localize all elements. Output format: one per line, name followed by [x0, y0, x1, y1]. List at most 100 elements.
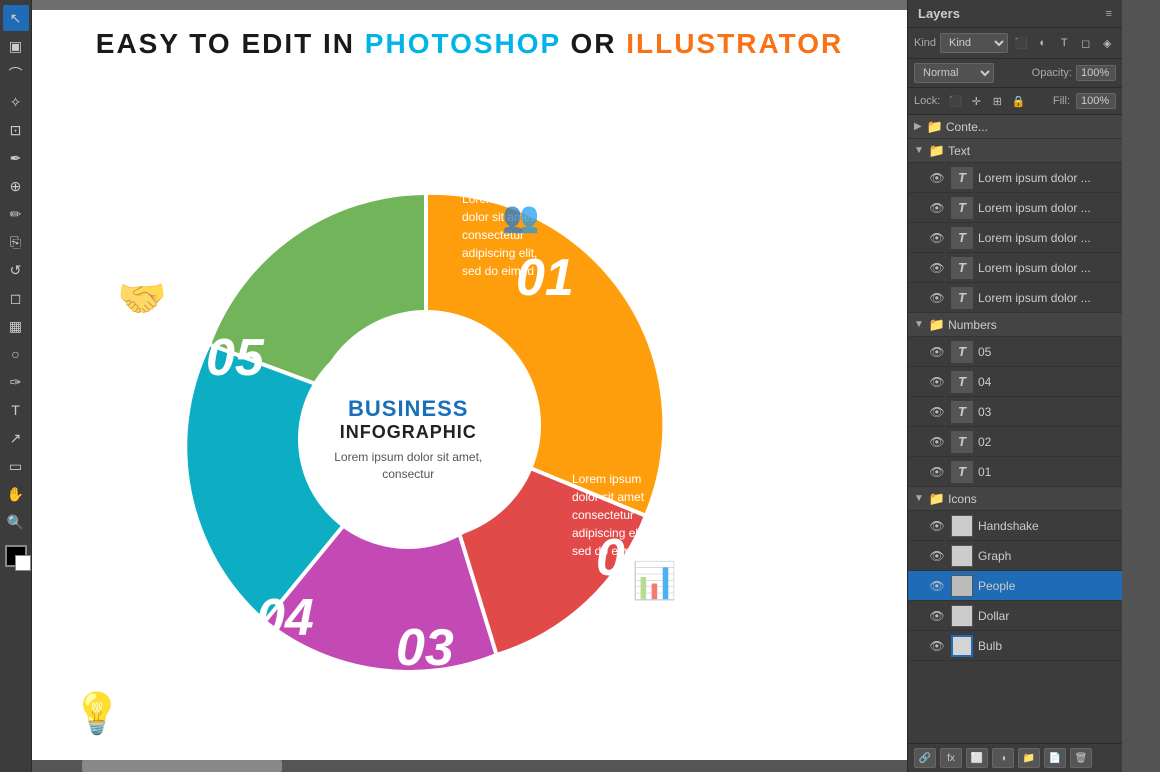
- graph-layer[interactable]: 👁 Graph: [908, 541, 1122, 571]
- numbers-group-header[interactable]: ▼ 📁 Numbers: [908, 313, 1122, 337]
- dodge-tool[interactable]: ○: [3, 341, 29, 367]
- dollar-layer[interactable]: 👁 Dollar: [908, 601, 1122, 631]
- new-layer-btn[interactable]: 📄: [1044, 748, 1066, 768]
- handshake-layer[interactable]: 👁 Handshake: [908, 511, 1122, 541]
- adjustment-btn[interactable]: ◑: [992, 748, 1014, 768]
- lock-artboard-btn[interactable]: ⊞: [988, 92, 1006, 110]
- conte-group[interactable]: ▶ 📁 Conte...: [908, 115, 1122, 139]
- eye-num-05[interactable]: 👁: [928, 343, 946, 361]
- type-filter-btn[interactable]: T: [1055, 34, 1073, 52]
- text-tool[interactable]: T: [3, 397, 29, 423]
- lasso-tool[interactable]: ⌒: [3, 61, 29, 87]
- text-layer-3[interactable]: 👁 T Lorem ipsum dolor ...: [908, 223, 1122, 253]
- crop-tool[interactable]: ⊡: [3, 117, 29, 143]
- num-layer-05[interactable]: 👁 T 05: [908, 337, 1122, 367]
- eye-num-03[interactable]: 👁: [928, 403, 946, 421]
- text-layer-5-name: Lorem ipsum dolor ...: [978, 291, 1116, 305]
- brush-tool[interactable]: ✏: [3, 201, 29, 227]
- num-thumb-03: T: [951, 401, 973, 423]
- eye-graph[interactable]: 👁: [928, 547, 946, 565]
- stamp-tool[interactable]: ⎘: [3, 229, 29, 255]
- icons-group-name: Icons: [948, 492, 1116, 506]
- eye-num-02[interactable]: 👁: [928, 433, 946, 451]
- num-05-name: 05: [978, 345, 1116, 359]
- history-brush-tool[interactable]: ↺: [3, 257, 29, 283]
- num-layer-01[interactable]: 👁 T 01: [908, 457, 1122, 487]
- num-thumb-01: T: [951, 461, 973, 483]
- zoom-tool[interactable]: 🔍: [3, 509, 29, 535]
- gradient-tool[interactable]: ▦: [3, 313, 29, 339]
- eye-num-01[interactable]: 👁: [928, 463, 946, 481]
- bulb-layer[interactable]: 👁 Bulb: [908, 631, 1122, 661]
- lock-move-btn[interactable]: ✛: [967, 92, 985, 110]
- panel-menu-icon[interactable]: ≡: [1106, 8, 1112, 20]
- eye-2[interactable]: 👁: [928, 199, 946, 217]
- pixel-filter-btn[interactable]: ⬛: [1012, 34, 1030, 52]
- new-group-btn[interactable]: 📁: [1018, 748, 1040, 768]
- adjustment-filter-btn[interactable]: ◐: [1034, 34, 1052, 52]
- num-thumb-02: T: [951, 431, 973, 453]
- bulb-thumb: [951, 635, 973, 657]
- bulb-layer-name: Bulb: [978, 639, 1116, 653]
- text-layer-4[interactable]: 👁 T Lorem ipsum dolor ...: [908, 253, 1122, 283]
- conte-chevron: ▶: [914, 121, 922, 132]
- blend-mode-select[interactable]: Normal: [914, 63, 994, 83]
- eye-3[interactable]: 👁: [928, 229, 946, 247]
- eraser-tool[interactable]: ◻: [3, 285, 29, 311]
- dollar-thumb: [951, 605, 973, 627]
- delete-layer-btn[interactable]: 🗑: [1070, 748, 1092, 768]
- layers-list: ▶ 📁 Conte... ▼ 📁 Text 👁 T Lorem ipsum do…: [908, 115, 1122, 743]
- marquee-tool[interactable]: ▣: [3, 33, 29, 59]
- smart-filter-btn[interactable]: ◈: [1098, 34, 1116, 52]
- foreground-color[interactable]: [5, 545, 27, 567]
- num-layer-02[interactable]: 👁 T 02: [908, 427, 1122, 457]
- h-scrollbar-thumb[interactable]: [82, 760, 282, 772]
- move-tool[interactable]: ↖: [3, 5, 29, 31]
- num-layer-04[interactable]: 👁 T 04: [908, 367, 1122, 397]
- left-toolbar: ↖ ▣ ⌒ ✧ ⊡ ✒ ⊕ ✏ ⎘ ↺ ◻ ▦ ○ ✑ T ↗ ▭ ✋ 🔍: [0, 0, 32, 772]
- opacity-input[interactable]: [1076, 65, 1116, 81]
- num-layer-03[interactable]: 👁 T 03: [908, 397, 1122, 427]
- healing-tool[interactable]: ⊕: [3, 173, 29, 199]
- pen-tool[interactable]: ✑: [3, 369, 29, 395]
- eyedropper-tool[interactable]: ✒: [3, 145, 29, 171]
- handshake-layer-name: Handshake: [978, 519, 1116, 533]
- seg2-text: Lorem ipsumdolor sit ametconsecteturadip…: [572, 470, 732, 560]
- eye-handshake[interactable]: 👁: [928, 517, 946, 535]
- hand-tool[interactable]: ✋: [3, 481, 29, 507]
- shape-filter-btn[interactable]: ◻: [1077, 34, 1095, 52]
- kind-label: Kind: [914, 37, 936, 49]
- link-layers-btn[interactable]: 🔗: [914, 748, 936, 768]
- numbers-group-name: Numbers: [948, 318, 1116, 332]
- shape-tool[interactable]: ▭: [3, 453, 29, 479]
- num-04-name: 04: [978, 375, 1116, 389]
- eye-4[interactable]: 👁: [928, 259, 946, 277]
- eye-1[interactable]: 👁: [928, 169, 946, 187]
- lock-pixels-btn[interactable]: ⬛: [946, 92, 964, 110]
- horizontal-scrollbar[interactable]: [32, 760, 907, 772]
- kind-select[interactable]: Kind: [940, 33, 1008, 53]
- text-layer-5[interactable]: 👁 T Lorem ipsum dolor ...: [908, 283, 1122, 313]
- people-thumb: [951, 575, 973, 597]
- text-layer-1[interactable]: 👁 T Lorem ipsum dolor ...: [908, 163, 1122, 193]
- text-group-header[interactable]: ▼ 📁 Text: [908, 139, 1122, 163]
- path-selection-tool[interactable]: ↗: [3, 425, 29, 451]
- eye-5[interactable]: 👁: [928, 289, 946, 307]
- fill-input[interactable]: [1076, 93, 1116, 109]
- text-layer-2[interactable]: 👁 T Lorem ipsum dolor ...: [908, 193, 1122, 223]
- panel-controls: Kind Kind ⬛ ◐ T ◻ ◈: [908, 28, 1122, 59]
- center-subtext: Lorem ipsum dolor sit amet, consectur: [318, 449, 498, 483]
- num-thumb-05: T: [951, 341, 973, 363]
- mask-btn[interactable]: ⬜: [966, 748, 988, 768]
- lock-all-btn[interactable]: 🔒: [1009, 92, 1027, 110]
- eye-bulb[interactable]: 👁: [928, 637, 946, 655]
- eye-num-04[interactable]: 👁: [928, 373, 946, 391]
- fx-btn[interactable]: fx: [940, 748, 962, 768]
- num-thumb-04: T: [951, 371, 973, 393]
- magic-wand-tool[interactable]: ✧: [3, 89, 29, 115]
- icons-folder-icon: 📁: [929, 491, 945, 507]
- icons-group-header[interactable]: ▼ 📁 Icons: [908, 487, 1122, 511]
- people-layer[interactable]: 👁 People: [908, 571, 1122, 601]
- eye-people[interactable]: 👁: [928, 577, 946, 595]
- eye-dollar[interactable]: 👁: [928, 607, 946, 625]
